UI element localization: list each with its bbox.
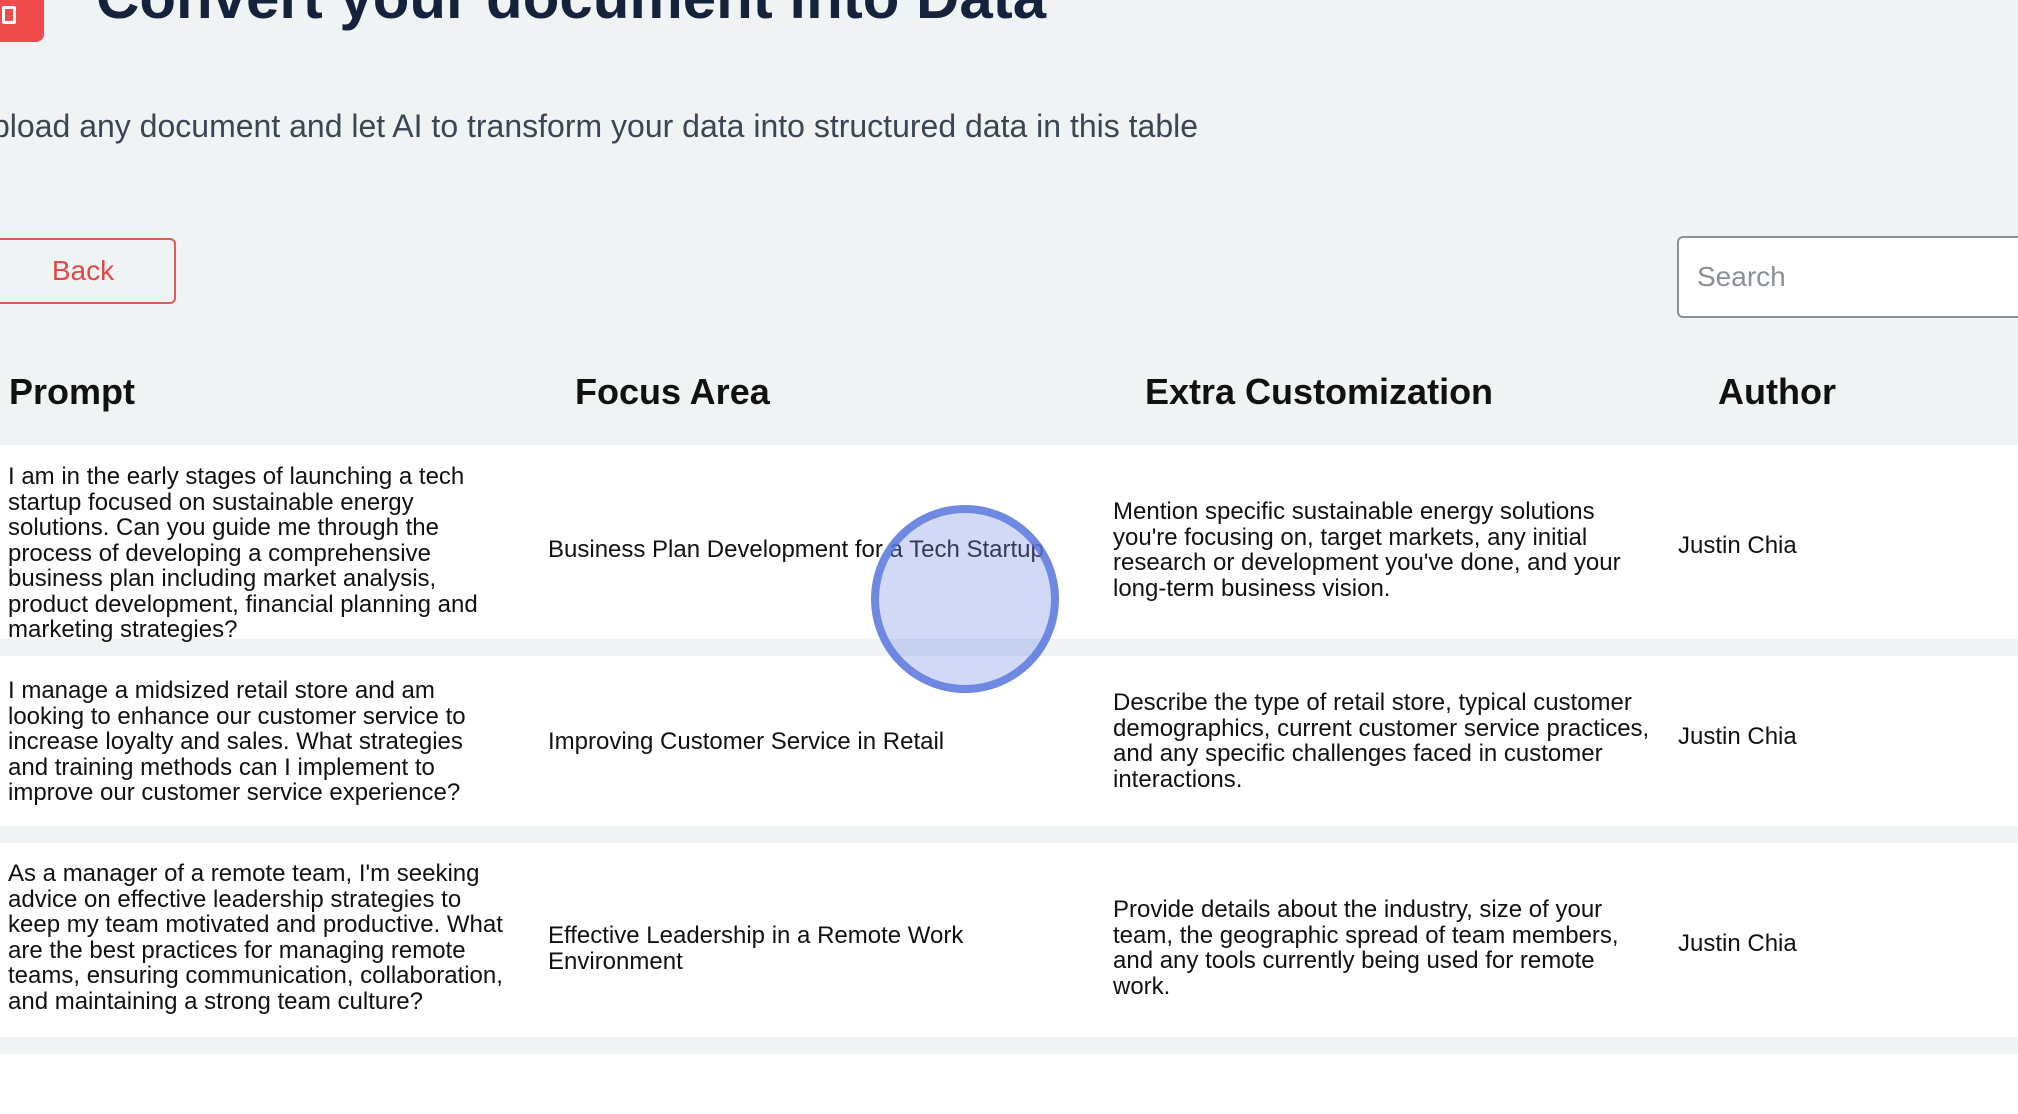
extra-customization-cell: Mention specific sustainable energy solu… xyxy=(1113,498,1621,602)
table-row[interactable]: I manage a midsized retail store and am … xyxy=(0,656,2018,826)
focus-area-cell: Improving Customer Service in Retail xyxy=(548,728,945,755)
prompt-cell: I manage a midsized retail store and am … xyxy=(8,677,466,806)
column-header-focus-area[interactable]: Focus Area xyxy=(575,370,770,414)
back-button[interactable]: Back xyxy=(0,238,176,304)
author-cell: Justin Chia xyxy=(1678,723,1797,750)
extra-customization-cell: Describe the type of retail store, typic… xyxy=(1113,689,1650,793)
author-cell: Justin Chia xyxy=(1678,930,1797,957)
table-row[interactable]: I am in the early stages of launching a … xyxy=(0,445,2018,642)
app-logo xyxy=(0,0,44,42)
column-header-prompt[interactable]: Prompt xyxy=(9,370,135,414)
document-icon xyxy=(2,6,16,24)
focus-area-cell: Effective Leadership in a Remote Work En… xyxy=(548,922,964,975)
column-header-extra-customization[interactable]: Extra Customization xyxy=(1145,370,1493,414)
prompt-cell: As a manager of a remote team, I'm seeki… xyxy=(8,860,503,1015)
focus-area-cell: Business Plan Development for a Tech Sta… xyxy=(548,536,1044,563)
search-input[interactable] xyxy=(1677,236,2018,318)
extra-customization-cell: Provide details about the industry, size… xyxy=(1113,896,1619,1000)
page-subtitle: pload any document and let AI to transfo… xyxy=(0,108,1199,144)
page-title: Convert your document into Data xyxy=(96,0,1046,30)
column-header-author[interactable]: Author xyxy=(1718,370,1836,414)
prompt-cell: I am in the early stages of launching a … xyxy=(8,463,478,643)
table-row[interactable] xyxy=(0,1054,2018,1114)
table-row[interactable]: As a manager of a remote team, I'm seeki… xyxy=(0,843,2018,1037)
author-cell: Justin Chia xyxy=(1678,532,1797,559)
